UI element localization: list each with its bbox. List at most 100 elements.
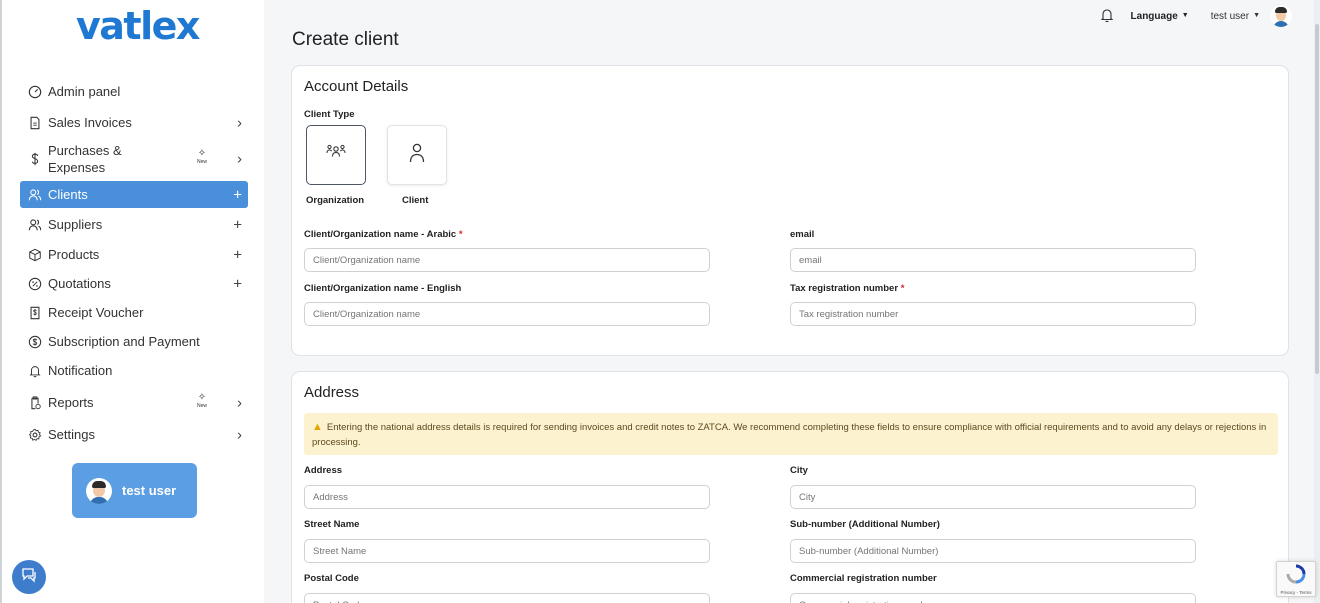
recaptcha-badge[interactable]: Privacy - Terms <box>1276 561 1316 597</box>
street-name-input[interactable] <box>304 539 710 563</box>
receipt-icon <box>28 306 42 320</box>
address-label: Address <box>304 465 343 476</box>
sparkle-icon: ✧ <box>197 148 207 159</box>
sidebar-item-label: Settings <box>48 427 95 442</box>
account-details-card: Account Details Client Type Organization… <box>291 65 1289 356</box>
bell-icon <box>28 364 42 378</box>
sidebar-nav: Admin panel Sales Invoices › Purchases &… <box>20 78 248 448</box>
new-badge: ✧ New <box>194 392 210 410</box>
sidebar-item-label: Subscription and Payment <box>48 334 200 349</box>
caret-down-icon: ▼ <box>1181 12 1189 20</box>
add-product-button[interactable]: + <box>233 246 242 263</box>
sparkle-icon: ✧ <box>197 392 207 403</box>
chat-button[interactable] <box>12 560 46 594</box>
sub-number-label: Sub-number (Additional Number) <box>790 519 940 530</box>
name-arabic-input[interactable] <box>304 248 710 272</box>
sidebar-item-label: Admin panel <box>48 84 121 99</box>
page-scrollbar[interactable] <box>1314 0 1320 603</box>
warning-icon: ▲ <box>312 421 323 433</box>
name-english-label: Client/Organization name - English <box>304 283 462 294</box>
chevron-right-icon[interactable]: › <box>237 426 242 443</box>
user-card[interactable]: test user <box>72 463 197 518</box>
sidebar-item-suppliers[interactable]: Suppliers + <box>20 211 248 238</box>
street-name-label: Street Name <box>304 519 360 530</box>
sidebar-item-settings[interactable]: Settings › <box>20 421 248 448</box>
sidebar-item-label: Quotations <box>48 276 111 291</box>
gear-icon <box>28 428 42 442</box>
add-quotation-button[interactable]: + <box>233 275 242 292</box>
alert-text: Entering the national address details is… <box>312 422 1267 448</box>
email-label: email <box>790 229 815 240</box>
chevron-right-icon[interactable]: › <box>237 114 242 131</box>
sidebar-item-label: Notification <box>48 363 113 378</box>
page-title: Create client <box>292 29 399 50</box>
sidebar-item-label-line2: Expenses <box>48 160 106 175</box>
add-supplier-button[interactable]: + <box>233 216 242 233</box>
sidebar: vatlex Admin panel Sales Invoices › Purc… <box>0 0 264 603</box>
sidebar-item-subscription-payment[interactable]: Subscription and Payment <box>20 328 248 355</box>
sidebar-item-quotations[interactable]: Quotations + <box>20 270 248 297</box>
address-card: Address ▲ Entering the national address d… <box>291 371 1289 603</box>
zatca-alert: ▲ Entering the national address details i… <box>304 413 1278 455</box>
caret-down-icon: ▼ <box>1253 12 1260 20</box>
client-type-client-option[interactable] <box>387 125 447 185</box>
organization-type-label: Organization <box>306 195 365 206</box>
sidebar-item-label: Reports <box>48 395 94 410</box>
sidebar-item-reports[interactable]: Reports ✧ New › <box>20 389 248 416</box>
avatar <box>86 477 112 504</box>
tax-number-label: Tax registration number * <box>790 283 905 294</box>
sidebar-item-label: Receipt Voucher <box>48 305 144 320</box>
chat-icon <box>20 566 38 589</box>
vatlex-logo[interactable]: vatlex <box>76 4 200 48</box>
recaptcha-text: Privacy - Terms <box>1280 589 1312 595</box>
commercial-registration-label: Commercial registration number <box>790 573 937 584</box>
name-arabic-label: Client/Organization name - Arabic * <box>304 229 463 240</box>
topbar: Language ▼ test user ▼ <box>1099 4 1292 28</box>
recaptcha-icon <box>1286 564 1306 589</box>
tax-number-input[interactable] <box>790 302 1196 326</box>
box-icon <box>28 248 42 262</box>
add-client-button[interactable]: + <box>233 186 242 203</box>
sub-number-input[interactable] <box>790 539 1196 563</box>
account-details-title: Account Details <box>304 78 409 95</box>
dollar-circle-icon <box>28 335 42 349</box>
city-input[interactable] <box>790 485 1196 509</box>
user-menu[interactable]: test user ▼ <box>1211 11 1260 22</box>
new-badge: ✧ New <box>194 148 210 166</box>
sidebar-item-admin-panel[interactable]: Admin panel <box>20 78 248 105</box>
postal-code-input[interactable] <box>304 593 710 603</box>
commercial-registration-input[interactable] <box>790 593 1196 603</box>
sidebar-item-label: Clients <box>48 187 88 202</box>
user-card-name: test user <box>122 483 177 498</box>
city-label: City <box>790 465 808 476</box>
name-english-input[interactable] <box>304 302 710 326</box>
notification-bell-icon[interactable] <box>1099 7 1115 26</box>
users-icon <box>28 188 42 202</box>
address-input[interactable] <box>304 485 710 509</box>
sidebar-item-sales-invoices[interactable]: Sales Invoices › <box>20 109 248 136</box>
sidebar-item-label: Purchases & <box>48 143 122 158</box>
dollar-icon <box>28 152 42 166</box>
sidebar-item-label: Sales Invoices <box>48 115 132 130</box>
scrollbar-thumb[interactable] <box>1315 24 1319 374</box>
sidebar-item-label: Products <box>48 247 100 262</box>
sidebar-item-notification[interactable]: Notification <box>20 357 248 384</box>
user-avatar[interactable] <box>1270 5 1292 27</box>
percent-icon <box>28 277 42 291</box>
chevron-right-icon[interactable]: › <box>237 394 242 411</box>
language-dropdown[interactable]: Language ▼ <box>1131 11 1189 22</box>
gauge-icon <box>28 85 42 99</box>
chevron-right-icon[interactable]: › <box>237 151 242 168</box>
invoice-icon <box>28 116 42 130</box>
postal-code-label: Postal Code <box>304 573 359 584</box>
client-type-organization-option[interactable] <box>306 125 366 185</box>
sidebar-item-clients[interactable]: Clients + <box>20 181 248 208</box>
user-icon <box>407 142 427 169</box>
sidebar-item-label: Suppliers <box>48 217 103 232</box>
sidebar-item-receipt-voucher[interactable]: Receipt Voucher <box>20 299 248 326</box>
sidebar-item-purchases-expenses[interactable]: Purchases & Expenses ✧ New › <box>20 140 248 178</box>
report-icon <box>28 395 42 410</box>
group-icon <box>325 142 347 169</box>
email-input[interactable] <box>790 248 1196 272</box>
sidebar-item-products[interactable]: Products + <box>20 241 248 268</box>
